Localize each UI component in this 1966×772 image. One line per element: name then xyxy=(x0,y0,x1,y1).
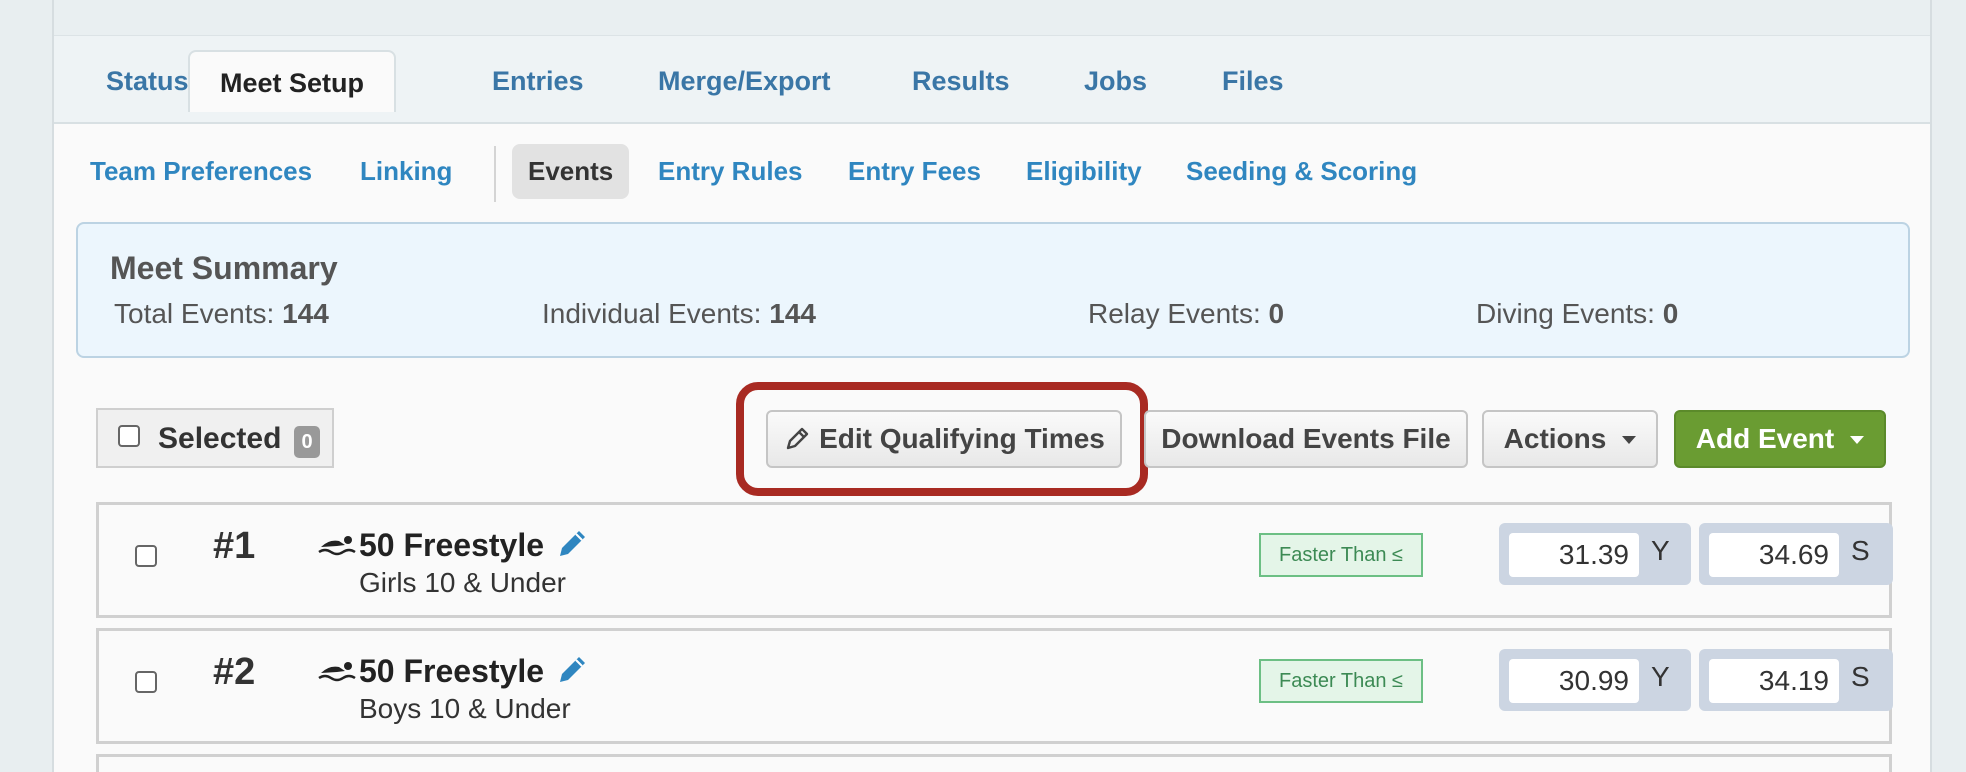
event-group: Boys 10 & Under xyxy=(359,693,571,724)
event-row-checkbox[interactable] xyxy=(135,671,157,693)
individual-events-label: Individual Events: xyxy=(542,298,762,329)
pencil-icon xyxy=(783,425,811,453)
meet-summary-title: Meet Summary xyxy=(110,250,338,286)
select-all-control[interactable]: Selected 0 xyxy=(96,408,334,468)
selected-count-badge: 0 xyxy=(294,426,320,458)
relay-events-label: Relay Events: xyxy=(1088,298,1261,329)
event-number: #2 xyxy=(213,651,256,693)
time-group-scm: 34.19 S xyxy=(1699,649,1893,711)
course-unit: Y xyxy=(1651,661,1670,692)
subnav-seeding-scoring[interactable]: Seeding & Scoring xyxy=(1186,156,1417,187)
event-row[interactable] xyxy=(96,754,1892,772)
add-event-label: Add Event xyxy=(1695,423,1835,454)
subnav-linking[interactable]: Linking xyxy=(360,156,452,187)
relay-events-value: 0 xyxy=(1268,298,1285,329)
select-all-checkbox[interactable] xyxy=(118,425,140,447)
subnav-eligibility[interactable]: Eligibility xyxy=(1026,156,1142,187)
diving-events-value: 0 xyxy=(1662,298,1679,329)
course-unit: Y xyxy=(1651,535,1670,566)
tab-results[interactable]: Results xyxy=(912,66,1010,97)
edit-pencil-icon[interactable] xyxy=(555,651,589,692)
event-row[interactable]: #2 50 Freestyle Boys 10 & Under Faster T… xyxy=(96,628,1893,744)
course-unit: S xyxy=(1851,661,1870,692)
panel-top-bar xyxy=(54,0,1930,36)
actions-dropdown-button[interactable]: Actions xyxy=(1482,410,1658,468)
tab-files[interactable]: Files xyxy=(1222,66,1284,97)
time-group-scm: 34.69 S xyxy=(1699,523,1893,585)
qualifying-time-input[interactable]: 34.69 xyxy=(1709,533,1839,577)
main-panel: Status Meet Setup Entries Merge/Export R… xyxy=(52,0,1932,772)
swimmer-icon xyxy=(317,533,357,562)
event-group: Girls 10 & Under xyxy=(359,567,566,598)
download-events-file-button[interactable]: Download Events File xyxy=(1144,410,1468,468)
edit-qualifying-times-button[interactable]: Edit Qualifying Times xyxy=(766,410,1122,468)
individual-events-value: 144 xyxy=(769,298,816,329)
qualifying-time-input[interactable]: 34.19 xyxy=(1709,659,1839,703)
subnav-divider xyxy=(494,146,496,202)
main-tabs: Status Meet Setup Entries Merge/Export R… xyxy=(54,36,1930,124)
subnav-entry-rules[interactable]: Entry Rules xyxy=(658,156,803,187)
time-group-yards: 30.99 Y xyxy=(1499,649,1691,711)
event-name: 50 Freestyle xyxy=(359,527,545,563)
event-row-checkbox[interactable] xyxy=(135,545,157,567)
total-events: Total Events: 144 xyxy=(114,298,329,330)
comparison-badge[interactable]: Faster Than ≤ xyxy=(1259,533,1423,577)
actions-label: Actions xyxy=(1503,423,1607,454)
diving-events-label: Diving Events: xyxy=(1476,298,1655,329)
chevron-down-icon xyxy=(1622,436,1637,444)
chevron-down-icon xyxy=(1850,436,1865,444)
subnav-events[interactable]: Events xyxy=(512,144,630,199)
individual-events: Individual Events: 144 xyxy=(542,298,816,330)
sub-navigation: Team Preferences Linking Events Entry Ru… xyxy=(54,124,1930,224)
event-row[interactable]: #1 50 Freestyle Girls 10 & Under Faster … xyxy=(96,502,1893,618)
tab-entries[interactable]: Entries xyxy=(492,66,584,97)
event-name: 50 Freestyle xyxy=(359,653,545,689)
comparison-badge[interactable]: Faster Than ≤ xyxy=(1259,659,1423,703)
qualifying-time-input[interactable]: 31.39 xyxy=(1509,533,1639,577)
course-unit: S xyxy=(1851,535,1870,566)
edit-qualifying-times-label: Edit Qualifying Times xyxy=(819,423,1105,454)
download-events-file-label: Download Events File xyxy=(1161,423,1451,454)
subnav-team-preferences[interactable]: Team Preferences xyxy=(90,156,312,187)
time-group-yards: 31.39 Y xyxy=(1499,523,1691,585)
add-event-button[interactable]: Add Event xyxy=(1674,410,1886,468)
swimmer-icon xyxy=(317,659,357,688)
selected-label: Selected xyxy=(158,422,282,455)
qualifying-time-input[interactable]: 30.99 xyxy=(1509,659,1639,703)
edit-pencil-icon[interactable] xyxy=(555,525,589,566)
tab-status[interactable]: Status xyxy=(106,66,189,97)
relay-events: Relay Events: 0 xyxy=(1088,298,1284,330)
total-events-label: Total Events: xyxy=(114,298,275,329)
subnav-entry-fees[interactable]: Entry Fees xyxy=(848,156,981,187)
event-number: #1 xyxy=(213,525,256,567)
tab-merge-export[interactable]: Merge/Export xyxy=(658,66,831,97)
total-events-value: 144 xyxy=(282,298,329,329)
meet-summary: Meet Summary Total Events: 144 Individua… xyxy=(76,222,1910,358)
tab-meet-setup[interactable]: Meet Setup xyxy=(188,50,397,112)
tab-jobs[interactable]: Jobs xyxy=(1084,66,1147,97)
diving-events: Diving Events: 0 xyxy=(1476,298,1678,330)
